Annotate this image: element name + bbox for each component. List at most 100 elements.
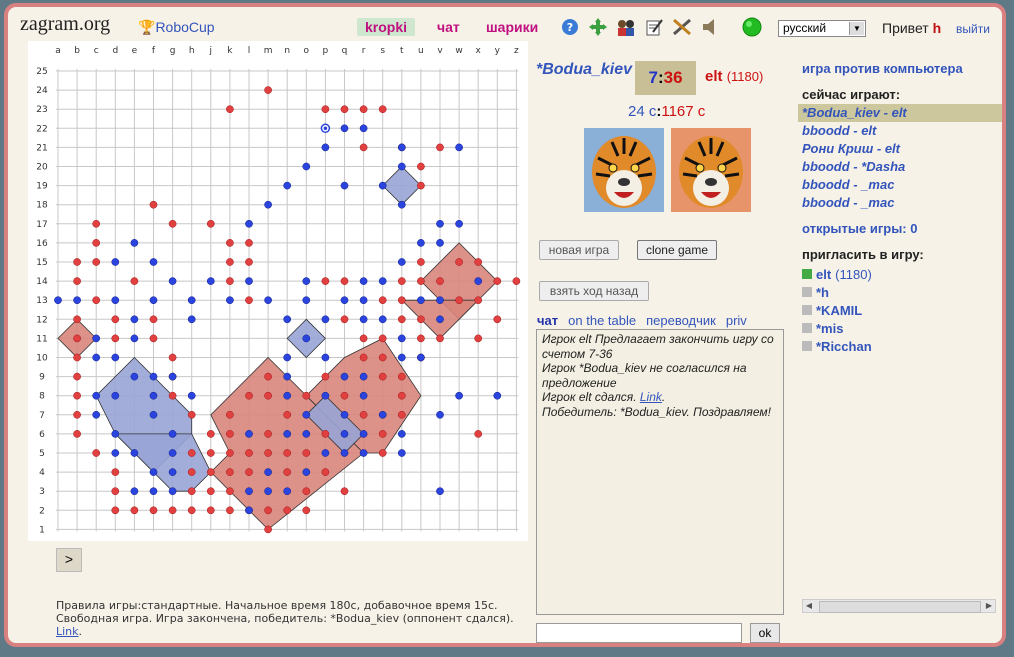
blue-dot: [168, 487, 177, 496]
column-label: s: [380, 46, 385, 56]
red-dot: [417, 315, 425, 324]
language-select[interactable]: русский ▼: [778, 20, 866, 37]
red-dot: [245, 258, 253, 266]
game-list-item[interactable]: Рони Криш - elt: [798, 140, 1002, 158]
nav-kropki[interactable]: kropki: [357, 18, 416, 36]
scroll-left-icon[interactable]: ◀: [803, 600, 815, 612]
column-label: x: [476, 46, 482, 56]
chat-log[interactable]: Игрок elt Предлагает закончить игру со с…: [536, 329, 784, 615]
red-dot: [378, 334, 387, 343]
user-item[interactable]: *Ricchan: [802, 337, 872, 355]
tab-translator[interactable]: переводчик: [646, 313, 716, 328]
red-dot: [436, 143, 444, 152]
blue-dot: [111, 391, 120, 400]
game-list-item[interactable]: bboodd - _mac: [798, 176, 1002, 194]
red-dot: [73, 372, 81, 381]
new-game-button[interactable]: новая игра: [539, 240, 619, 260]
user-item[interactable]: *h: [802, 283, 872, 301]
red-dot: [283, 468, 292, 476]
column-label: j: [209, 46, 213, 56]
chat-send-button[interactable]: ok: [750, 623, 780, 643]
red-dot: [378, 105, 387, 114]
red-dot: [245, 239, 253, 247]
row-label: 1: [39, 525, 45, 535]
site-logo[interactable]: zagram.org: [20, 13, 110, 36]
blue-dot: [283, 391, 292, 400]
blue-dot: [73, 296, 81, 305]
player1-name[interactable]: *Bodua_kiev: [536, 61, 632, 79]
red-dot: [474, 258, 483, 266]
horizontal-scrollbar[interactable]: ◀ ▶: [802, 599, 996, 613]
logout-link[interactable]: выйти: [956, 22, 990, 36]
scroll-right-icon[interactable]: ▶: [983, 600, 995, 612]
game-list-item[interactable]: bboodd - elt: [798, 122, 1002, 140]
nav-chat[interactable]: чат: [437, 19, 460, 35]
blue-dot: [455, 219, 463, 228]
red-dot: [206, 487, 215, 496]
red-dot: [378, 430, 387, 438]
blue-dot: [149, 487, 158, 496]
blue-dot: [359, 124, 368, 133]
game-list-item[interactable]: bboodd - *Dasha: [798, 158, 1002, 176]
chat-input[interactable]: [536, 623, 742, 643]
undo-move-button[interactable]: взять ход назад: [539, 281, 649, 301]
game-list-item[interactable]: *Bodua_kiev - elt: [798, 104, 1002, 122]
blue-dot: [226, 296, 234, 305]
blue-dot: [245, 277, 253, 285]
move-icon[interactable]: [588, 17, 608, 37]
tab-on-the-table[interactable]: on the table: [568, 313, 636, 328]
red-dot: [474, 296, 483, 305]
red-dot: [111, 468, 120, 476]
robocup-link[interactable]: 🏆RoboCup: [138, 19, 215, 36]
user-item[interactable]: *KAMIL: [802, 301, 872, 319]
red-dot: [359, 353, 368, 362]
scroll-thumb[interactable]: [819, 601, 981, 613]
user-item[interactable]: elt (1180): [802, 265, 872, 283]
red-dot: [340, 391, 349, 400]
next-move-button[interactable]: >: [56, 548, 82, 572]
player2-name[interactable]: elt (1180): [705, 68, 763, 85]
blue-dot: [264, 296, 272, 305]
open-games-link[interactable]: открытые игры: 0: [802, 221, 917, 236]
tab-priv[interactable]: priv: [726, 313, 747, 328]
row-label: 8: [39, 392, 45, 402]
vs-computer-link[interactable]: игра против компьютера: [802, 61, 963, 76]
tab-chat[interactable]: чат: [537, 313, 558, 328]
blue-dot: [54, 296, 62, 305]
game-list-item[interactable]: bboodd - _mac: [798, 194, 1002, 212]
timers: 24 с:1167 с: [628, 103, 706, 120]
status-icon[interactable]: [742, 17, 762, 37]
clone-game-button[interactable]: clone game: [637, 240, 717, 260]
blue-dot: [321, 391, 330, 400]
user-name: *mis: [816, 320, 844, 336]
red-dot: [264, 430, 272, 438]
nav-balls[interactable]: шарики: [486, 19, 538, 35]
blue-dot: [149, 391, 158, 400]
chat-link[interactable]: Link: [640, 390, 662, 404]
help-icon[interactable]: ?: [560, 17, 580, 37]
blue-dot: [264, 468, 272, 476]
game-board[interactable]: a b c d e f g h j k l m n o p q r s t u v w x y z 25 24 23 22 21 20 19 1…: [28, 41, 528, 541]
red-dot: [321, 372, 330, 381]
user-name: *h: [816, 284, 829, 300]
row-label: 24: [36, 86, 48, 96]
rules-link[interactable]: Link: [56, 625, 79, 638]
sound-icon[interactable]: [700, 17, 720, 37]
edit-icon[interactable]: [644, 17, 664, 37]
row-label: 18: [36, 201, 48, 211]
row-label: 3: [39, 487, 45, 497]
board-canvas[interactable]: a b c d e f g h j k l m n o p q r s t u v w x y z252423222120191…: [28, 41, 528, 541]
tools-icon[interactable]: [672, 17, 692, 37]
red-dot: [283, 506, 292, 515]
chevron-down-icon[interactable]: ▼: [849, 22, 864, 35]
red-dot: [206, 430, 215, 438]
red-dot: [397, 391, 406, 400]
users-icon[interactable]: [616, 17, 636, 37]
blue-dot: [302, 430, 311, 438]
blue-area: [114, 433, 212, 492]
red-dot: [455, 296, 463, 305]
user-item[interactable]: *mis: [802, 319, 872, 337]
red-dot: [206, 468, 215, 476]
red-dot: [264, 525, 272, 534]
blue-dot: [397, 200, 406, 209]
